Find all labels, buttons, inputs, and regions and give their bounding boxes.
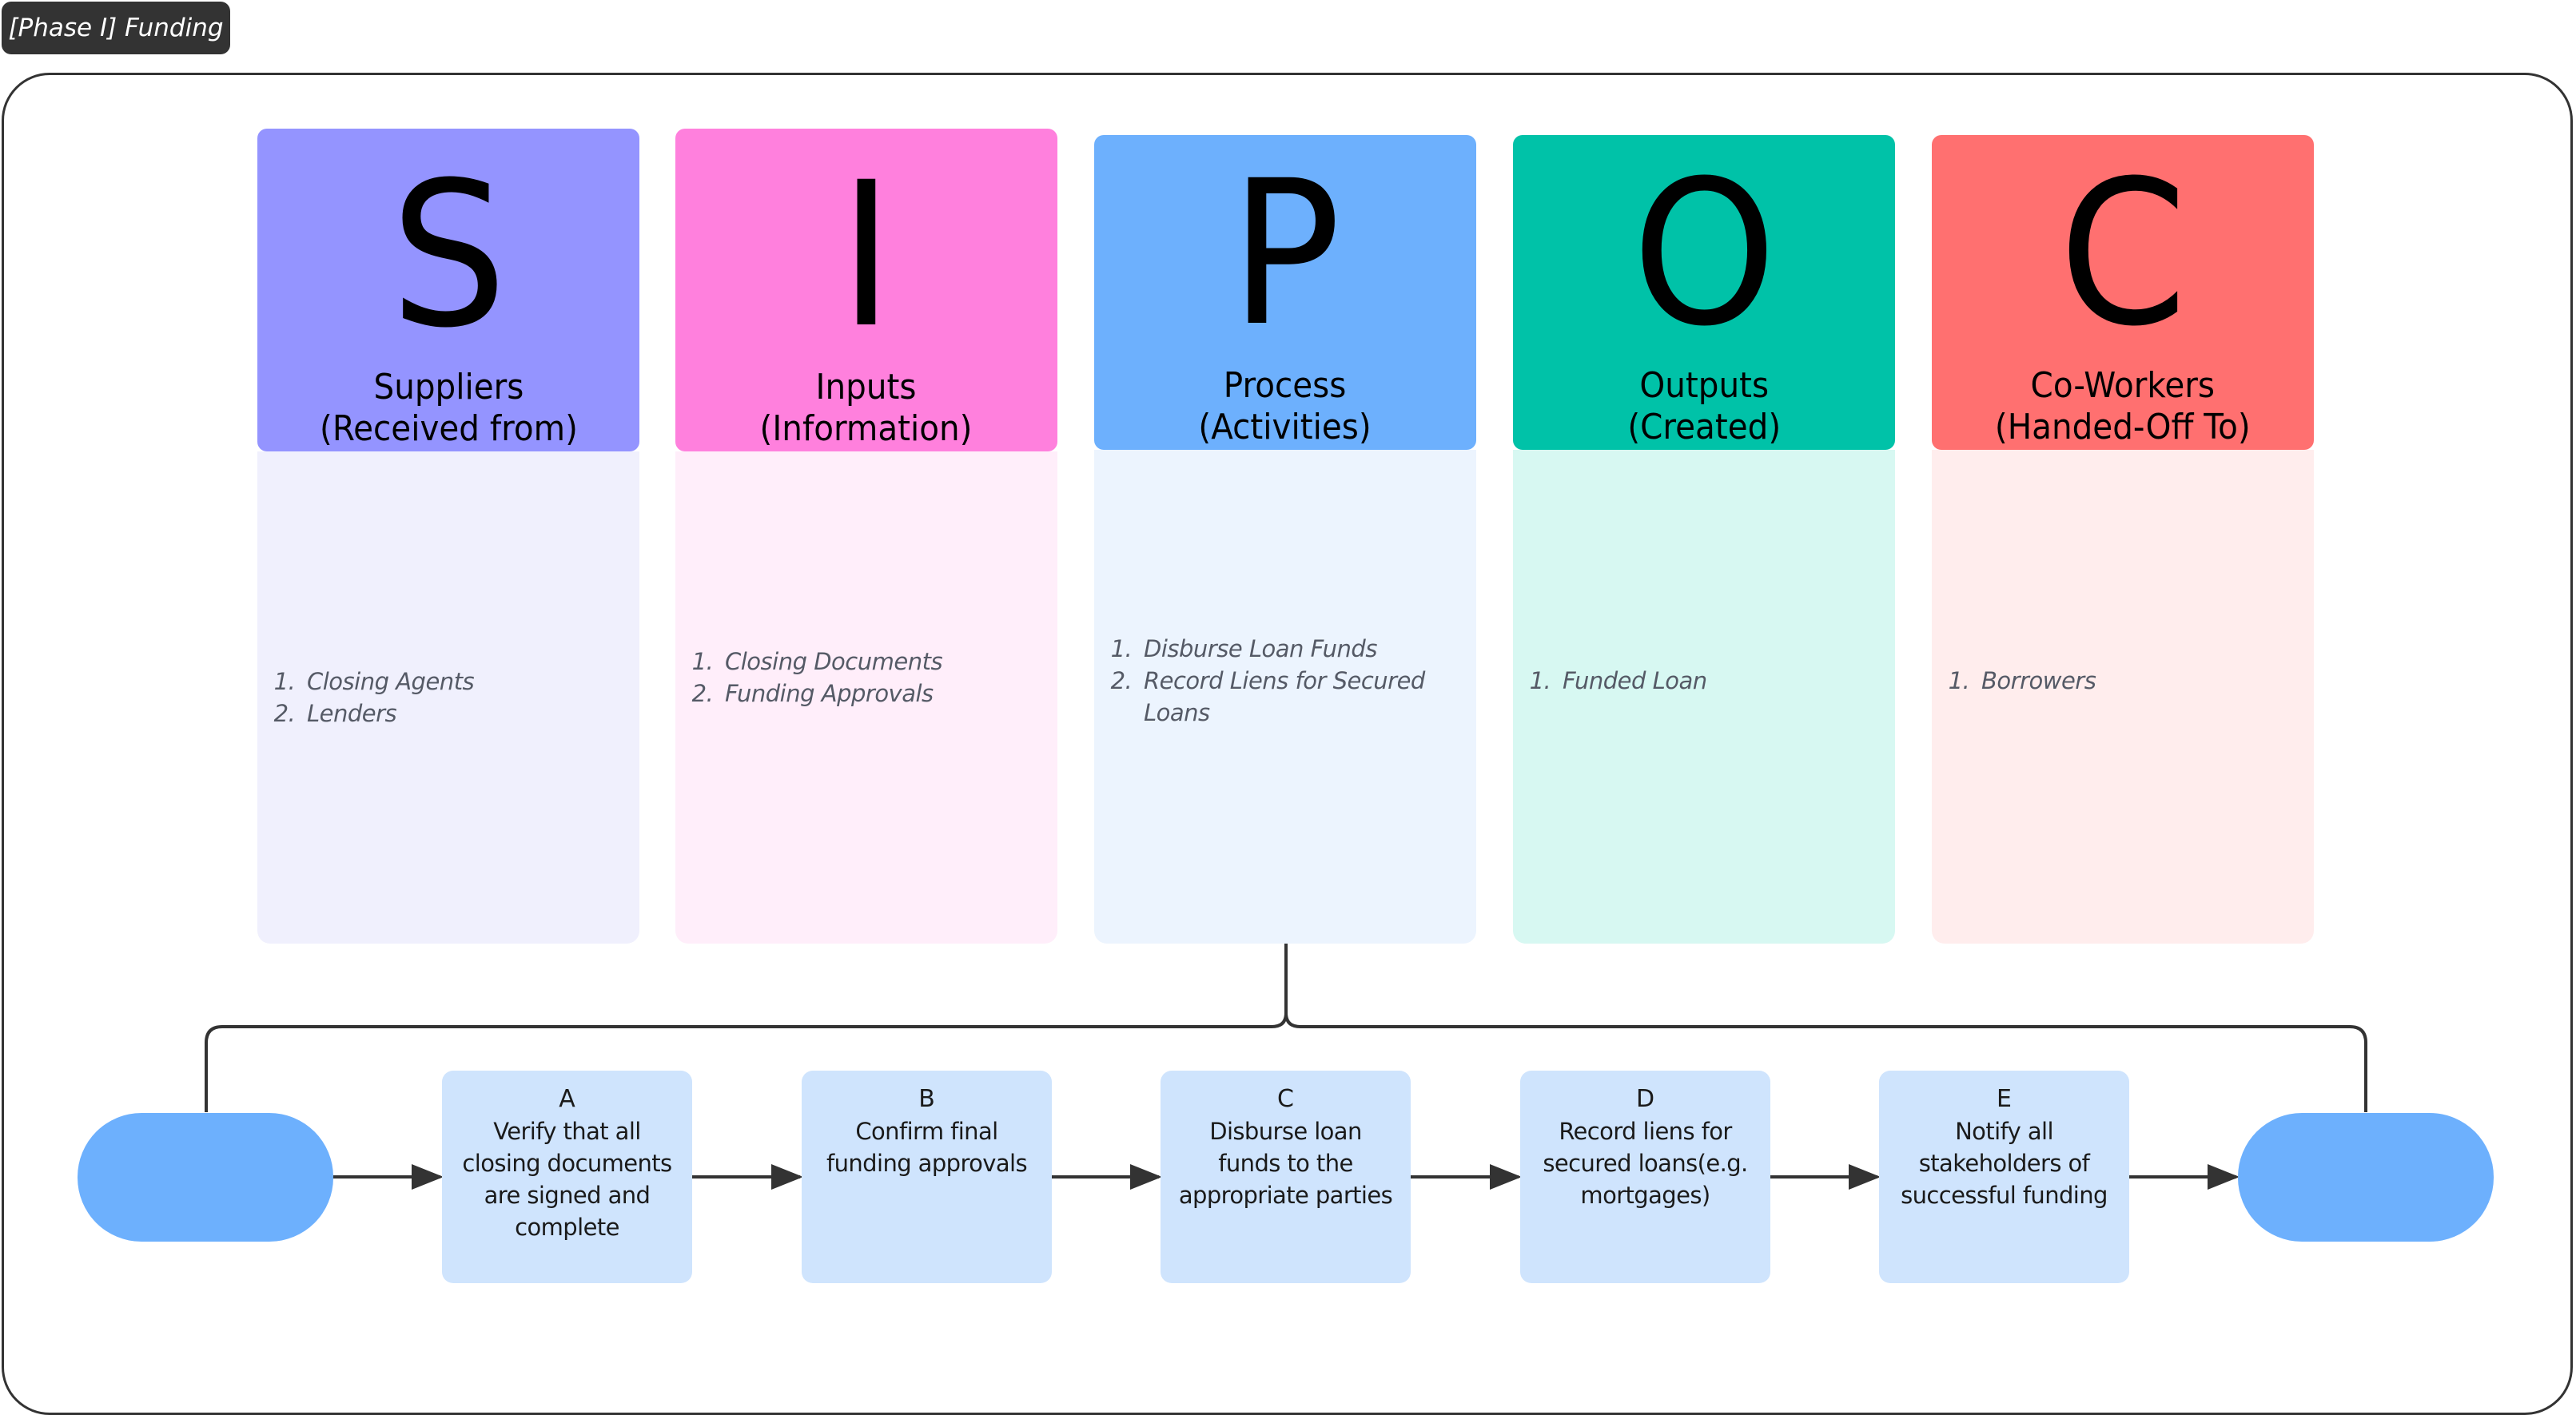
process-step-a[interactable]: A Verify that all closing documents are … — [442, 1071, 692, 1283]
step-text: Notify all stakeholders of successful fu… — [1901, 1118, 2108, 1209]
step-text: Record liens for secured loans(e.g. mort… — [1543, 1118, 1748, 1209]
step-text: Disburse loan funds to the appropriate p… — [1178, 1118, 1393, 1209]
step-label: D — [1635, 1085, 1655, 1113]
step-label: B — [918, 1085, 935, 1113]
end-terminal[interactable] — [2238, 1113, 2494, 1242]
process-step-b[interactable]: B Confirm final funding approvals — [802, 1071, 1052, 1283]
process-step-e[interactable]: E Notify all stakeholders of successful … — [1879, 1071, 2129, 1283]
step-text: Confirm final funding approvals — [826, 1118, 1028, 1177]
step-label: C — [1277, 1085, 1294, 1113]
process-step-c[interactable]: C Disburse loan funds to the appropriate… — [1161, 1071, 1411, 1283]
step-text: Verify that all closing documents are si… — [462, 1118, 672, 1241]
process-step-d[interactable]: D Record liens for secured loans(e.g. mo… — [1520, 1071, 1770, 1283]
step-label: A — [559, 1085, 575, 1113]
start-terminal[interactable] — [78, 1113, 333, 1242]
step-label: E — [1997, 1085, 2012, 1113]
